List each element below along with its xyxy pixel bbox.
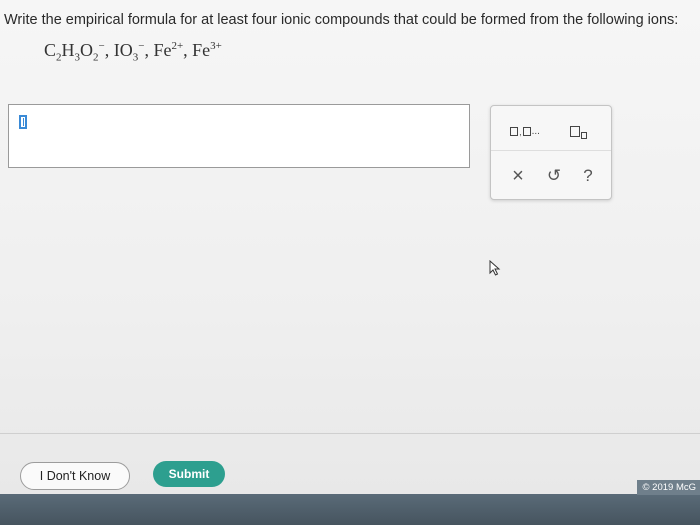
ions-list: C2H3O2−, IO3−, Fe2+, Fe3+	[44, 40, 222, 64]
dont-know-button[interactable]: I Don't Know	[20, 462, 130, 490]
undo-button[interactable]: ↺	[541, 163, 567, 189]
section-divider	[0, 433, 700, 434]
question-prompt: Write the empirical formula for at least…	[4, 12, 679, 28]
subscript-template-button[interactable]	[561, 118, 595, 144]
submit-button[interactable]: Submit	[153, 461, 225, 487]
subscript-box-icon	[580, 131, 587, 139]
copyright-text: © 2019 McG	[636, 480, 700, 495]
list-template-button[interactable]: , ...	[503, 118, 547, 144]
clear-button[interactable]: ×	[505, 163, 531, 189]
footer-bar	[0, 494, 700, 525]
ion-iron-ii: Fe2+	[153, 40, 184, 60]
undo-icon: ↺	[546, 166, 562, 185]
page: Write the empirical formula for at least…	[0, 0, 700, 525]
formula-toolbar: , ... × ↺ ?	[490, 105, 612, 200]
ion-acetate: C2H3O2−	[44, 40, 105, 64]
box-icon	[569, 125, 580, 137]
toolbar-divider	[491, 150, 611, 151]
help-icon: ?	[583, 166, 593, 185]
help-button[interactable]: ?	[575, 163, 601, 189]
answer-input[interactable]	[8, 104, 470, 168]
mouse-pointer-icon	[489, 260, 501, 276]
close-icon: ×	[512, 164, 524, 187]
text-cursor-icon	[19, 115, 27, 129]
toolbar-row-actions: × ↺ ?	[491, 161, 611, 191]
ion-iodate: IO3−	[113, 40, 145, 64]
toolbar-row-templates: , ...	[491, 116, 611, 146]
box-icon	[510, 126, 519, 136]
ion-iron-iii: Fe3+	[192, 40, 222, 60]
box-icon	[522, 126, 531, 136]
